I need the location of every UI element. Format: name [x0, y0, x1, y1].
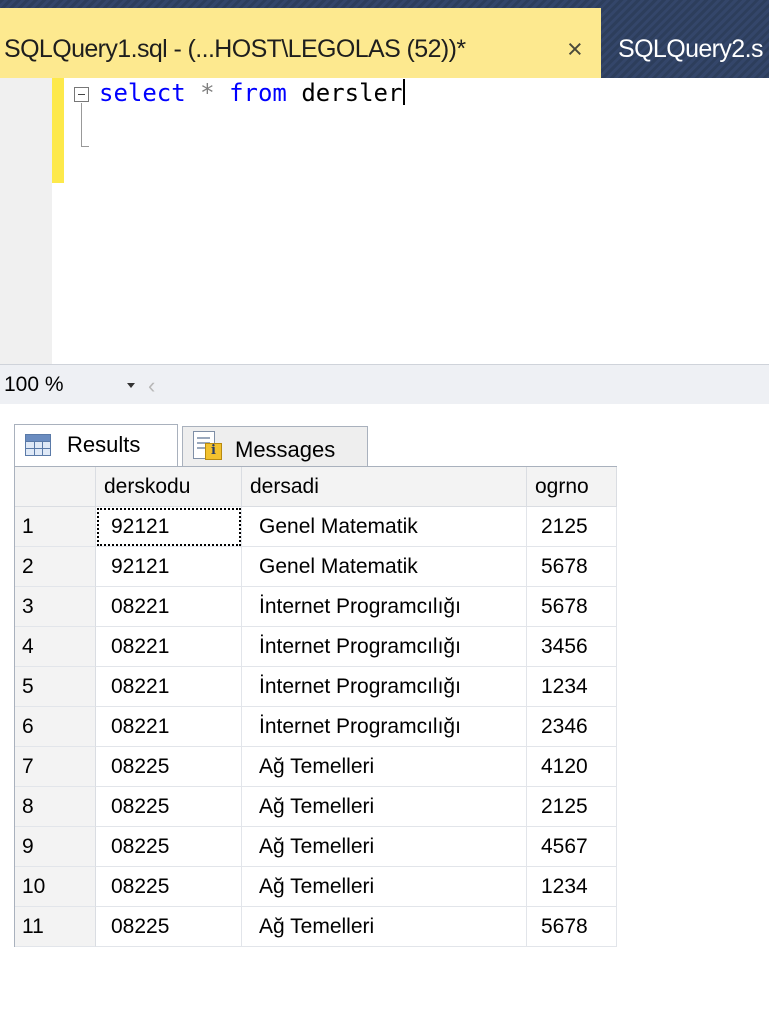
row-number-cell[interactable]: 10 — [15, 867, 96, 907]
tab-messages[interactable]: Messages — [182, 426, 368, 466]
row-number-cell[interactable]: 7 — [15, 747, 96, 787]
row-number-cell[interactable]: 5 — [15, 667, 96, 707]
code-table-name: dersler — [301, 79, 403, 107]
row-number-cell[interactable]: 1 — [15, 507, 96, 547]
document-tab-strip: SQLQuery1.sql - (...HOST\LEGOLAS (52))* … — [0, 0, 769, 78]
grid-body: 1 92121 Genel Matematik 2125 2 92121 Genel Mat… — [15, 507, 617, 947]
tab-sqlquery1-label: SQLQuery1.sql - (...HOST\LEGOLAS (52))* — [4, 35, 466, 63]
query-editor[interactable]: select * from dersler — [0, 78, 769, 364]
tab-results[interactable]: Results — [14, 424, 178, 466]
row-number-cell[interactable]: 9 — [15, 827, 96, 867]
cell-dersadi[interactable]: Ağ Temelleri — [242, 827, 527, 867]
text-caret — [403, 79, 406, 105]
cell-derskodu[interactable]: 08225 — [96, 787, 242, 827]
cell-dersadi[interactable]: İnternet Programcılığı — [242, 707, 527, 747]
cell-ogrno[interactable]: 4120 — [527, 747, 617, 787]
results-tab-bar: Results Messages — [0, 404, 769, 466]
row-number-cell[interactable]: 3 — [15, 587, 96, 627]
tab-results-label: Results — [67, 432, 141, 457]
editor-gutter — [0, 78, 52, 364]
cell-derskodu[interactable]: 08225 — [96, 907, 242, 947]
tab-sqlquery2-label: SQLQuery2.s — [618, 35, 763, 63]
table-row[interactable]: 4 08221 İnternet Programcılığı 3456 — [15, 627, 617, 667]
cell-derskodu[interactable]: 92121 — [96, 547, 242, 587]
change-tracking-bar — [52, 78, 64, 183]
table-row[interactable]: 9 08225 Ağ Temelleri 4567 — [15, 827, 617, 867]
results-grid-icon — [25, 434, 51, 456]
cell-ogrno[interactable]: 5678 — [527, 907, 617, 947]
cell-derskodu[interactable]: 08225 — [96, 867, 242, 907]
code-star: * — [200, 79, 215, 107]
cell-ogrno[interactable]: 1234 — [527, 667, 617, 707]
cell-dersadi[interactable]: Ağ Temelleri — [242, 907, 527, 947]
table-row[interactable]: 6 08221 İnternet Programcılığı 2346 — [15, 707, 617, 747]
row-number-cell[interactable]: 4 — [15, 627, 96, 667]
cell-dersadi[interactable]: Ağ Temelleri — [242, 787, 527, 827]
table-row[interactable]: 2 92121 Genel Matematik 5678 — [15, 547, 617, 587]
code-keyword-from: from — [229, 79, 287, 107]
close-tab-icon[interactable]: × — [567, 36, 583, 63]
table-row[interactable]: 10 08225 Ağ Temelleri 1234 — [15, 867, 617, 907]
cell-dersadi[interactable]: Ağ Temelleri — [242, 867, 527, 907]
table-row[interactable]: 5 08221 İnternet Programcılığı 1234 — [15, 667, 617, 707]
cell-dersadi[interactable]: İnternet Programcılığı — [242, 627, 527, 667]
cell-dersadi[interactable]: İnternet Programcılığı — [242, 587, 527, 627]
row-number-cell[interactable]: 2 — [15, 547, 96, 587]
column-header-ogrno[interactable]: ogrno — [527, 467, 617, 507]
cell-derskodu[interactable]: 08221 — [96, 667, 242, 707]
tab-sqlquery2[interactable]: SQLQuery2.s — [604, 8, 769, 78]
cell-ogrno[interactable]: 2125 — [527, 787, 617, 827]
cell-ogrno[interactable]: 5678 — [527, 587, 617, 627]
outline-guide-end — [81, 146, 89, 147]
cell-derskodu[interactable]: 92121 — [96, 507, 242, 547]
table-row[interactable]: 3 08221 İnternet Programcılığı 5678 — [15, 587, 617, 627]
cell-derskodu[interactable]: 08225 — [96, 747, 242, 787]
table-row[interactable]: 8 08225 Ağ Temelleri 2125 — [15, 787, 617, 827]
cell-derskodu[interactable]: 08221 — [96, 627, 242, 667]
cell-derskodu[interactable]: 08221 — [96, 587, 242, 627]
outline-guide-line — [81, 103, 82, 147]
tab-messages-label: Messages — [235, 437, 336, 462]
table-row[interactable]: 7 08225 Ağ Temelleri 4120 — [15, 747, 617, 787]
scroll-left-icon[interactable]: ‹ — [148, 373, 155, 399]
cell-ogrno[interactable]: 5678 — [527, 547, 617, 587]
grid-corner-cell[interactable] — [15, 467, 96, 507]
cell-ogrno[interactable]: 2125 — [527, 507, 617, 547]
zoom-dropdown-icon[interactable] — [127, 383, 135, 388]
code-keyword-select: select — [99, 79, 186, 107]
grid-header-row: derskodu dersadi ogrno — [15, 467, 617, 507]
cell-dersadi[interactable]: İnternet Programcılığı — [242, 667, 527, 707]
cell-derskodu[interactable]: 08221 — [96, 707, 242, 747]
row-number-cell[interactable]: 6 — [15, 707, 96, 747]
cell-derskodu[interactable]: 08225 — [96, 827, 242, 867]
cell-dersadi[interactable]: Genel Matematik — [242, 507, 527, 547]
row-number-cell[interactable]: 8 — [15, 787, 96, 827]
messages-icon — [193, 431, 223, 461]
collapse-outline-icon[interactable] — [74, 87, 89, 102]
code-line-1[interactable]: select * from dersler — [99, 79, 406, 107]
column-header-dersadi[interactable]: dersadi — [242, 467, 527, 507]
column-header-derskodu[interactable]: derskodu — [96, 467, 242, 507]
cell-ogrno[interactable]: 4567 — [527, 827, 617, 867]
table-row[interactable]: 1 92121 Genel Matematik 2125 — [15, 507, 617, 547]
cell-ogrno[interactable]: 3456 — [527, 627, 617, 667]
results-pane: derskodu dersadi ogrno 1 92121 Genel Matem… — [0, 466, 769, 1036]
tab-sqlquery1[interactable]: SQLQuery1.sql - (...HOST\LEGOLAS (52))* … — [0, 8, 601, 78]
cell-dersadi[interactable]: Genel Matematik — [242, 547, 527, 587]
results-grid[interactable]: derskodu dersadi ogrno 1 92121 Genel Matem… — [14, 466, 617, 947]
cell-ogrno[interactable]: 2346 — [527, 707, 617, 747]
cell-ogrno[interactable]: 1234 — [527, 867, 617, 907]
table-row[interactable]: 11 08225 Ağ Temelleri 5678 — [15, 907, 617, 947]
row-number-cell[interactable]: 11 — [15, 907, 96, 947]
zoom-level[interactable]: 100 % — [4, 373, 64, 397]
zoom-bar: 100 % ‹ — [0, 364, 769, 405]
cell-dersadi[interactable]: Ağ Temelleri — [242, 747, 527, 787]
